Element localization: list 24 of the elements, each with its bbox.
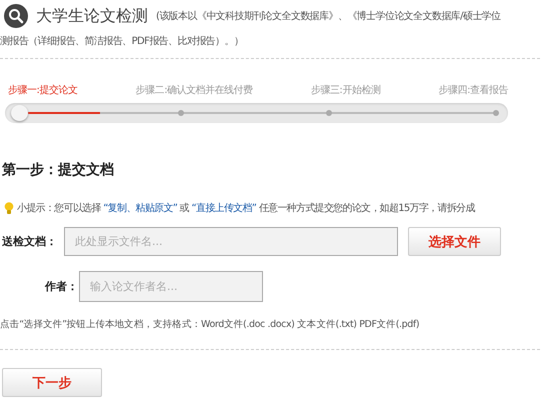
field-label: 送检文档： — [1, 234, 58, 249]
link[interactable]: “复制、粘贴原文” — [103, 203, 178, 214]
field-label: 作者： — [44, 279, 78, 294]
next-button[interactable]: 下一步 — [2, 368, 102, 397]
tip-text: 小提示：您可以选择 “复制、粘贴原文” 或 “直接上传文档” 任意一种方式提交您的论文，如超15万字，请拆分成 — [17, 202, 475, 215]
format-note: 点击“选择文件”按钮上传本地文档，支持格式：Word文件(.doc .docx) 文本文件(.txt) PDF文件(.pdf) — [0, 318, 420, 331]
step-dot — [178, 110, 184, 116]
step-label: 步骤一:提交论文 — [8, 84, 78, 97]
subtitle-text: (该版本以《中文科技期刊论文全文数据库》、《博士学位论文全文数据库/硕士学位 — [156, 10, 500, 23]
step-dot — [493, 110, 499, 116]
slider-handle[interactable] — [11, 105, 28, 121]
file-name-field[interactable]: 此处显示文件名... — [64, 227, 398, 256]
section-title: 第一步：提交文档 — [2, 161, 115, 179]
page-title: 大学生论文检测 — [36, 6, 148, 26]
step-label: 步骤二:确认文档并在线付费 — [136, 84, 253, 97]
step-label: 步骤四:查看报告 — [438, 84, 508, 97]
choose-file-button[interactable]: 选择文件 — [408, 227, 501, 256]
author-field[interactable]: 输入论文作者名... — [79, 271, 263, 302]
step-dot — [326, 110, 332, 116]
search-icon — [4, 4, 28, 28]
lightbulb-icon — [4, 202, 14, 214]
link[interactable]: “直接上传文档” — [192, 203, 256, 214]
step-label: 步骤三:开始检测 — [310, 84, 380, 97]
subtitle-text: 测报告（详细报告、简洁报告、PDF报告、比对报告）。） — [0, 34, 244, 48]
